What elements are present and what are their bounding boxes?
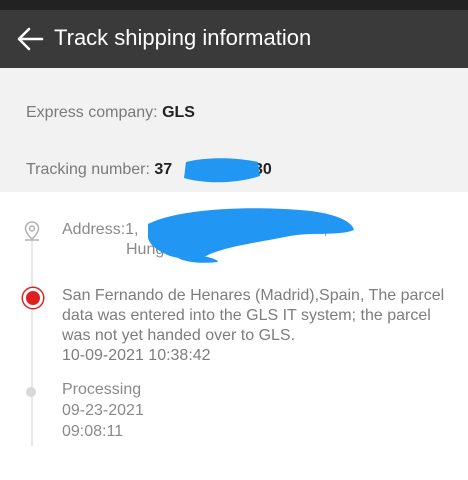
event-status: Processing [62, 381, 142, 398]
event-date: 09-23-2021 [62, 402, 144, 419]
event-description: San Fernando de Henares (Madrid),Spain, … [62, 287, 445, 344]
express-company-value: GLS [162, 104, 195, 121]
tracking-number-prefix: 37 [154, 161, 173, 178]
redaction-scribble [184, 158, 260, 183]
express-company-row: Express company: GLS [26, 104, 195, 122]
address-label: Address:1, [62, 221, 139, 238]
page-title: Track shipping information [54, 25, 312, 50]
shipment-summary: Express company: GLS Tracking number: 37… [0, 68, 468, 192]
back-arrow-icon[interactable] [16, 26, 44, 52]
address-redaction-scribble [148, 208, 354, 263]
inactive-status-dot [26, 387, 36, 397]
location-pin-icon [21, 220, 43, 242]
express-company-label: Express company: [26, 104, 163, 121]
event-timestamp: 10-09-2021 10:38:42 [62, 347, 211, 364]
tracking-number-row: Tracking number: 37 [26, 161, 172, 179]
timeline-line [31, 240, 33, 446]
tracking-number-label: Tracking number: [26, 161, 155, 178]
event-time: 09:08:11 [62, 423, 124, 440]
app-bar: Track shipping information [0, 10, 468, 68]
status-bar [0, 0, 468, 10]
tracking-timeline: Address:1, est, Hung San Fernando de Hen… [0, 192, 468, 480]
active-status-dot [23, 288, 43, 308]
